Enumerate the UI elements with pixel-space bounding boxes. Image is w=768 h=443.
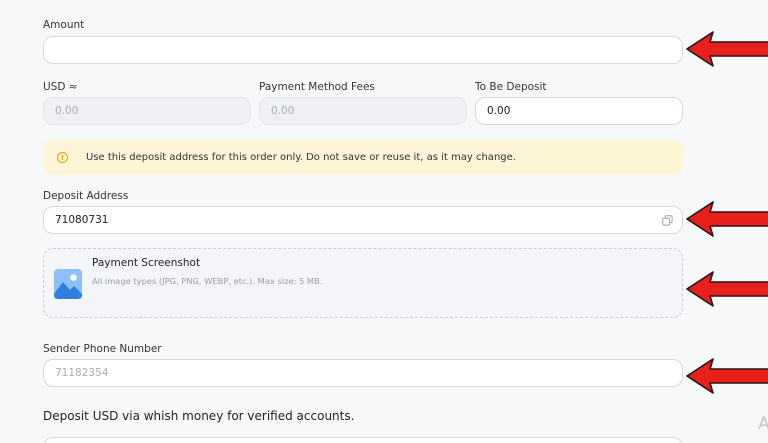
annotation-arrow-icon	[686, 271, 768, 307]
deposit-address-value: 71080731	[55, 214, 109, 226]
copy-icon[interactable]	[662, 215, 673, 226]
edge-glyph: A	[758, 414, 768, 434]
payment-screenshot-dropzone[interactable]: Payment Screenshot All image types (JPG,…	[43, 248, 683, 318]
deposit-address-field: 71080731	[43, 206, 683, 234]
fees-input: 0.00	[259, 97, 467, 125]
info-icon: !	[57, 152, 68, 163]
deposit-info-heading: Deposit USD via whish money for verified…	[43, 409, 355, 423]
sender-phone-placeholder: 71182354	[55, 367, 109, 379]
annotation-arrow-icon	[686, 31, 768, 67]
usd-label: USD ≈	[43, 81, 78, 93]
annotation-arrow-icon	[686, 358, 768, 394]
to-be-deposit-label: To Be Deposit	[475, 81, 547, 93]
notice-text: Use this deposit address for this order …	[86, 152, 516, 163]
amount-input[interactable]	[43, 36, 683, 64]
amount-label: Amount	[43, 19, 85, 31]
payment-screenshot-title: Payment Screenshot	[92, 257, 201, 269]
fees-label: Payment Method Fees	[259, 81, 375, 93]
annotation-arrow-icon	[686, 201, 768, 237]
payment-screenshot-hint: All image types (JPG, PNG, WEBP, etc.). …	[92, 276, 323, 286]
address-notice: ! Use this deposit address for this orde…	[43, 140, 683, 175]
usd-input: 0.00	[43, 97, 251, 125]
image-icon	[54, 269, 82, 299]
deposit-address-label: Deposit Address	[43, 190, 129, 202]
sender-phone-input[interactable]: 71182354	[43, 359, 683, 387]
to-be-deposit-input[interactable]: 0.00	[475, 97, 683, 125]
next-section-field[interactable]	[43, 437, 683, 443]
sender-phone-label: Sender Phone Number	[43, 343, 162, 355]
